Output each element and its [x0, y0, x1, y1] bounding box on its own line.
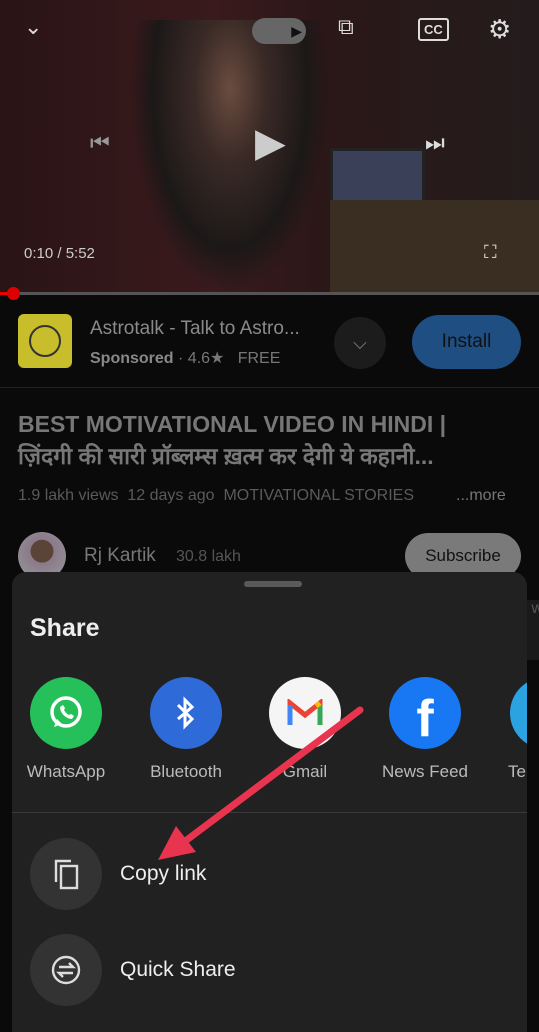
channel-name[interactable]: Rj Kartik — [84, 545, 156, 567]
copy-icon — [30, 838, 102, 910]
ad-banner[interactable]: Astrotalk - Talk to Astro... Sponsored ·… — [0, 314, 539, 374]
more-link[interactable]: ...more — [456, 487, 506, 505]
gmail-icon — [269, 677, 341, 749]
app-label: WhatsApp — [26, 762, 106, 781]
app-label: Bluetooth — [150, 762, 222, 781]
video-title-line2: ज़िंदगी की सारी प्रॉब्लम्स ख़त्म कर देगी… — [18, 443, 434, 469]
share-app-facebook-news-feed[interactable]: f News Feed — [370, 677, 480, 782]
subscriber-count: 30.8 lakh — [176, 548, 241, 565]
quick-share-button[interactable]: Quick Share — [30, 934, 510, 1006]
install-button[interactable]: Install — [412, 315, 521, 369]
sponsored-label: Sponsored — [90, 350, 174, 367]
app-label: News Feed — [382, 762, 468, 781]
share-sheet: Share WhatsApp Bluetooth Gmail f News Fee… — [12, 572, 527, 1032]
share-app-telegram[interactable]: Te — [486, 677, 527, 782]
next-icon[interactable]: ⏭ — [425, 130, 445, 156]
bluetooth-icon — [150, 677, 222, 749]
whatsapp-icon — [30, 677, 102, 749]
share-title: Share — [30, 614, 100, 642]
chevron-down-icon[interactable]: ⌄ — [24, 14, 42, 40]
divider — [0, 387, 539, 388]
video-title-line1: BEST MOTIVATIONAL VIDEO IN HINDI | — [18, 411, 447, 437]
ad-meta: Sponsored · 4.6★ FREE — [90, 348, 280, 368]
drag-handle[interactable] — [244, 581, 302, 587]
settings-gear-icon[interactable]: ⚙ — [488, 14, 511, 45]
share-app-gmail[interactable]: Gmail — [250, 677, 360, 782]
autoplay-toggle[interactable]: ▶ — [252, 18, 306, 44]
share-app-whatsapp[interactable]: WhatsApp — [11, 677, 121, 782]
previous-icon[interactable]: ⏮ — [90, 130, 110, 156]
video-player[interactable]: ⌄ ▶ ⧉ CC ⚙ ⏮ ▶ ⏭ 0:10 / 5:52 ⛶ — [0, 0, 539, 295]
facebook-icon: f — [389, 677, 461, 749]
scrubber-handle[interactable] — [7, 287, 20, 300]
telegram-icon — [510, 677, 527, 749]
video-meta[interactable]: 1.9 lakh views 12 days ago MOTIVATIONAL … — [18, 487, 506, 505]
video-frame-desk — [330, 200, 539, 295]
background-chip-edge: wn — [527, 600, 539, 660]
astrotalk-app-icon — [18, 314, 72, 368]
video-tag: MOTIVATIONAL STORIES — [223, 487, 415, 504]
ad-rating: · 4.6★ — [178, 350, 225, 367]
cast-icon[interactable]: ⧉ — [338, 14, 354, 40]
progress-bar[interactable] — [0, 292, 539, 295]
app-label: Gmail — [282, 762, 328, 781]
ad-title: Astrotalk - Talk to Astro... — [90, 318, 300, 339]
fullscreen-icon[interactable]: ⛶ — [484, 242, 497, 263]
quick-share-icon — [30, 934, 102, 1006]
ad-price: FREE — [237, 350, 281, 367]
app-label: Te — [508, 762, 526, 781]
video-title[interactable]: BEST MOTIVATIONAL VIDEO IN HINDI | ज़िंदग… — [18, 408, 528, 472]
time-readout: 0:10 / 5:52 — [24, 245, 95, 262]
captions-icon[interactable]: CC — [418, 18, 449, 41]
expand-chevron-icon[interactable]: ⌵ — [334, 317, 386, 369]
divider — [12, 812, 527, 813]
share-app-bluetooth[interactable]: Bluetooth — [131, 677, 241, 782]
quick-share-label: Quick Share — [120, 958, 236, 981]
copy-link-button[interactable]: Copy link — [30, 838, 510, 910]
copy-link-label: Copy link — [120, 862, 207, 885]
video-frame-person — [130, 20, 330, 295]
upload-age: 12 days ago — [127, 487, 215, 504]
play-icon[interactable]: ▶ — [255, 120, 286, 166]
view-count: 1.9 lakh views — [18, 487, 119, 504]
